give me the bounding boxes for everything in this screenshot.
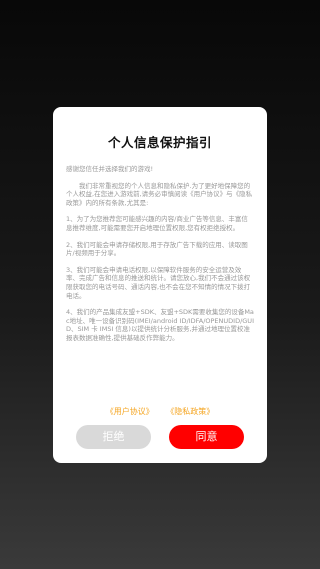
agreement-links: 《用户协议》 《隐私政策》 (66, 406, 254, 417)
button-row: 拒绝 同意 (66, 425, 254, 449)
user-agreement-link[interactable]: 《用户协议》 (106, 407, 154, 416)
clause-item-4: 4、我们的产品集成友盟+SDK、友盟+SDK需要收集您的设备Mac地址、唯一设备… (66, 308, 254, 342)
dialog-body[interactable]: 感谢您信任并选择我们的游戏! 我们非常重视您的个人信息和隐私保护.为了更好地保障… (66, 165, 254, 403)
clause-item-3: 3、我们可能会申请电话权限,以保障软件服务的安全运营及效率、完成广告和信息的推送… (66, 265, 251, 300)
clause-item-1: 1、为了为您推荐您可能感兴趣的内容/商业广告等信息、丰富信息推荐维度,可能需要您… (66, 215, 248, 232)
intro-text: 我们非常重视您的个人信息和隐私保护.为了更好地保障您的个人权益,在您进入游戏前,… (66, 181, 253, 207)
reject-button[interactable]: 拒绝 (76, 425, 151, 449)
greeting-text: 感谢您信任并选择我们的游戏! (66, 165, 154, 173)
privacy-policy-link[interactable]: 《隐私政策》 (166, 407, 214, 416)
dialog-title: 个人信息保护指引 (107, 135, 212, 150)
privacy-dialog: 个人信息保护指引 感谢您信任并选择我们的游戏! 我们非常重视您的个人信息和隐私保… (53, 107, 267, 463)
clause-item-2: 2、我们可能会申请存储权限,用于存放广告下载的应用、读取图片/视频用于分享。 (66, 240, 248, 258)
agree-button[interactable]: 同意 (169, 425, 244, 449)
